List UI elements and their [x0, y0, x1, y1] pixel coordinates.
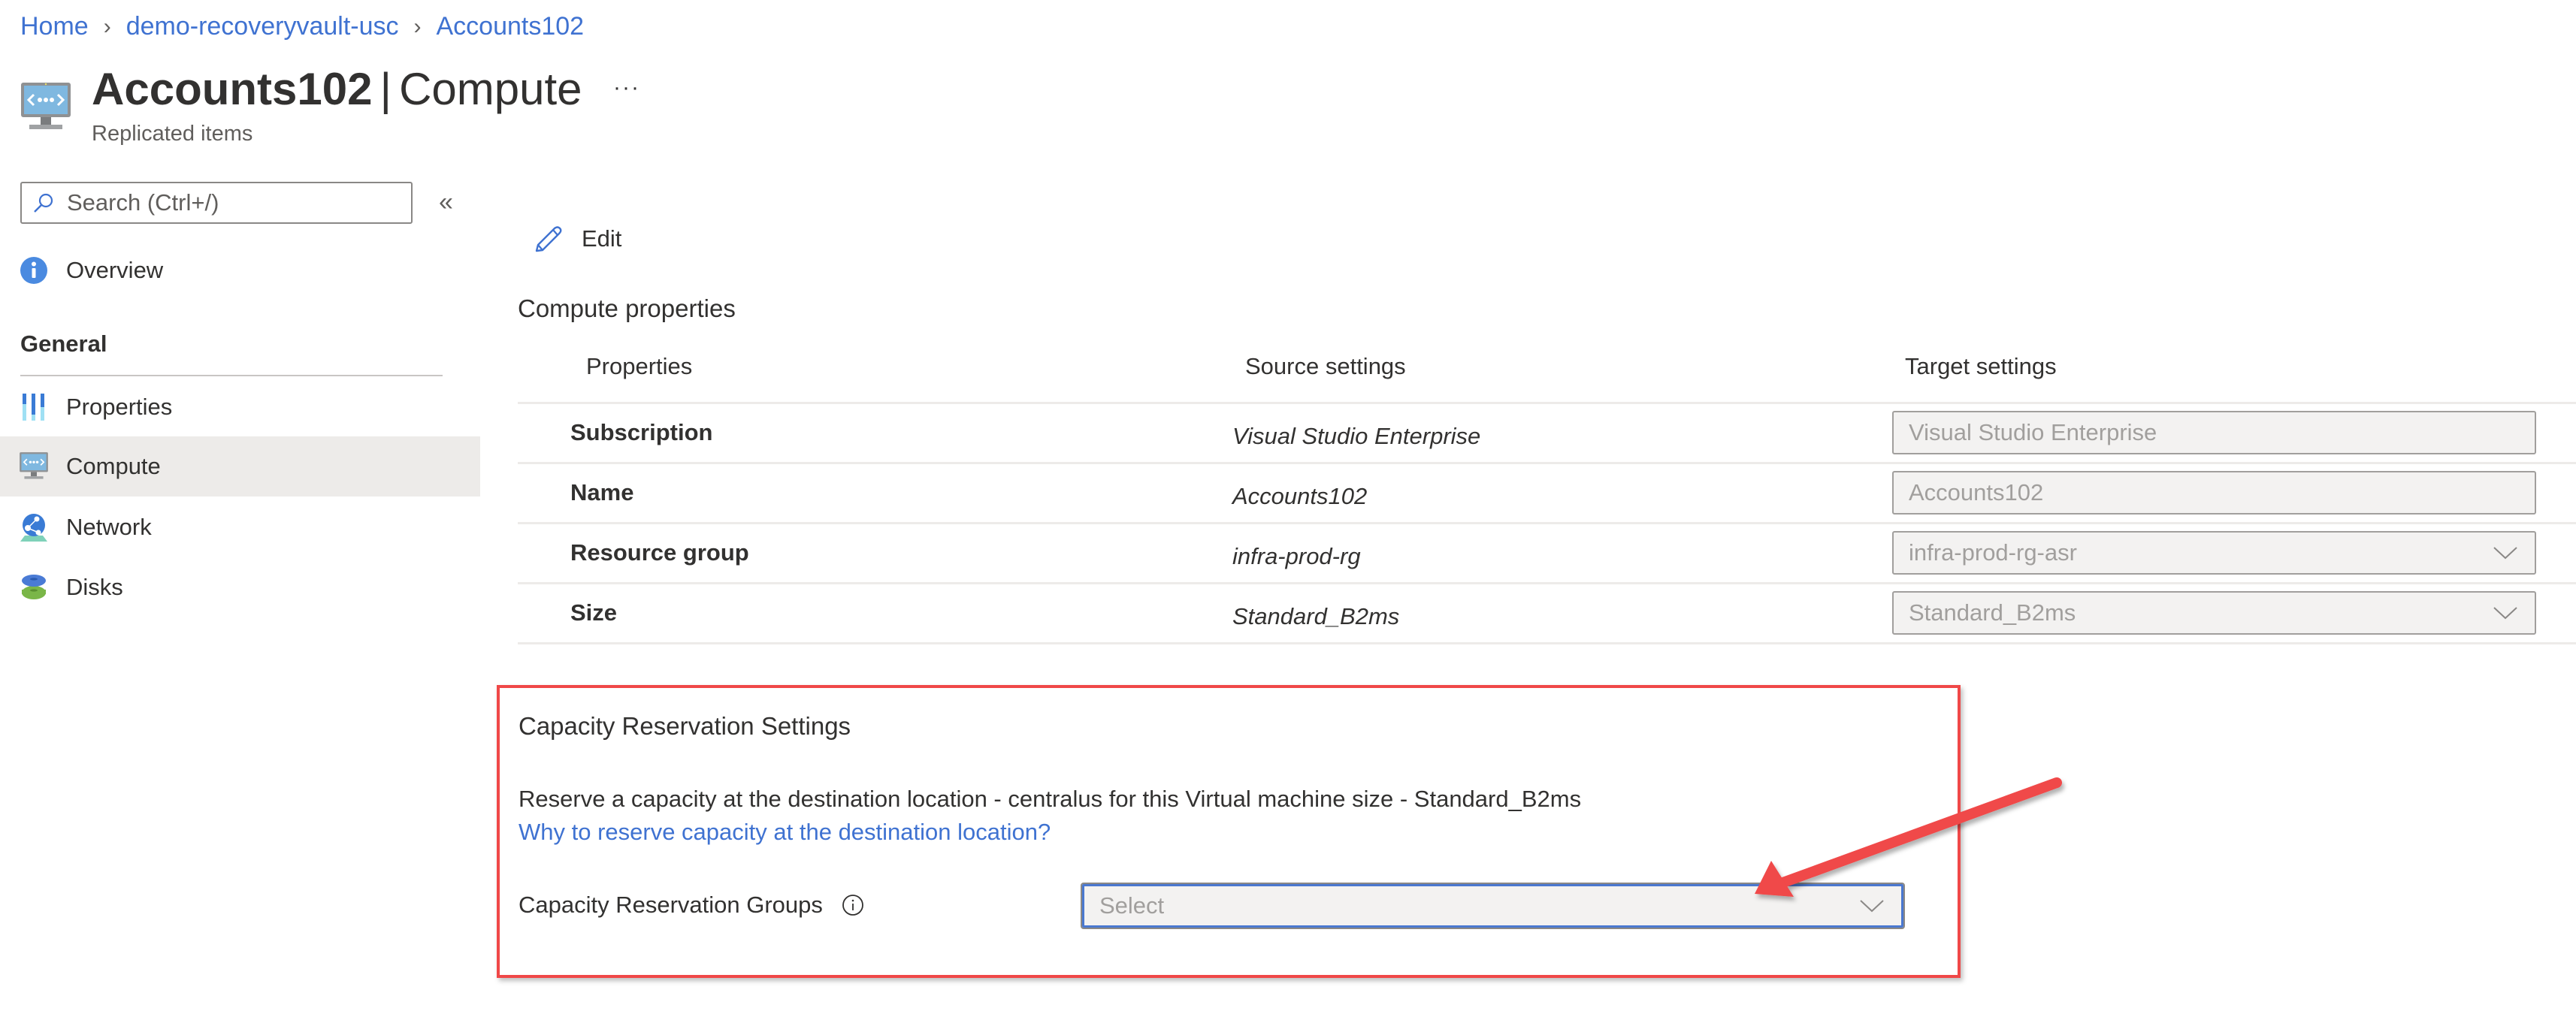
pencil-icon	[535, 226, 562, 252]
breadcrumb-home[interactable]: Home	[20, 12, 89, 41]
virtual-machine-icon	[20, 81, 71, 134]
target-value: Accounts102	[1909, 479, 2044, 505]
target-value: infra-prod-rg-asr	[1909, 539, 2077, 566]
sidebar-item-label: Disks	[66, 574, 123, 600]
column-header-properties: Properties	[586, 353, 693, 379]
table-divider	[518, 462, 2576, 464]
sidebar-item-network[interactable]: Network	[0, 497, 480, 557]
capacity-reservation-groups-dropdown[interactable]: Select	[1081, 883, 1905, 929]
row-source-resource-group: infra-prod-rg	[1232, 543, 1361, 569]
sidebar-item-label: Properties	[66, 394, 173, 420]
table-divider	[518, 402, 2576, 404]
row-source-size: Standard_B2ms	[1232, 603, 1400, 629]
row-source-subscription: Visual Studio Enterprise	[1232, 423, 1481, 449]
info-icon	[19, 255, 49, 285]
search-icon	[34, 193, 53, 213]
breadcrumb: Home › demo-recoveryvault-usc › Accounts…	[20, 12, 584, 41]
sidebar-item-disks[interactable]: Disks	[0, 557, 480, 617]
row-source-name: Accounts102	[1232, 483, 1368, 509]
chevron-right-icon: ›	[103, 14, 111, 39]
table-divider	[518, 522, 2576, 524]
page-subtitle: Replicated items	[92, 122, 253, 146]
table-divider	[518, 582, 2576, 584]
row-property-subscription: Subscription	[570, 419, 713, 445]
column-header-target: Target settings	[1905, 353, 2057, 379]
info-icon[interactable]	[842, 894, 864, 916]
sidebar-divider	[20, 375, 443, 376]
capacity-reservation-description: Reserve a capacity at the destination lo…	[519, 786, 1582, 812]
collapse-sidebar-button[interactable]: «	[439, 188, 453, 217]
target-size-dropdown[interactable]: Standard_B2ms	[1892, 591, 2536, 635]
chevron-right-icon: ›	[413, 14, 422, 39]
edit-button[interactable]: Edit	[531, 222, 621, 255]
chevron-down-icon	[2493, 547, 2517, 560]
compute-properties-title: Compute properties	[518, 294, 736, 322]
column-header-source: Source settings	[1245, 353, 1406, 379]
target-subscription-field[interactable]: Visual Studio Enterprise	[1892, 411, 2536, 454]
virtual-machine-icon	[19, 451, 49, 481]
section-name: Compute	[399, 64, 582, 114]
chevron-down-icon	[1860, 900, 1884, 913]
target-value: Standard_B2ms	[1909, 599, 2076, 626]
sidebar-group-general: General	[20, 330, 107, 357]
properties-icon	[19, 392, 49, 422]
sidebar-item-label: Network	[66, 514, 152, 540]
row-property-size: Size	[570, 599, 618, 626]
sidebar-item-label: Overview	[66, 257, 164, 283]
chevron-down-icon	[2493, 607, 2517, 620]
row-property-resource-group: Resource group	[570, 539, 749, 566]
capacity-reservation-help-link[interactable]: Why to reserve capacity at the destinati…	[519, 819, 1051, 846]
target-name-field[interactable]: Accounts102	[1892, 471, 2536, 515]
breadcrumb-item[interactable]: Accounts102	[437, 12, 585, 41]
capacity-reservation-title: Capacity Reservation Settings	[519, 712, 851, 740]
target-value: Visual Studio Enterprise	[1909, 419, 2157, 445]
edit-label: Edit	[582, 225, 622, 252]
table-divider	[518, 642, 2576, 644]
sidebar-item-label: Compute	[66, 453, 161, 479]
row-property-name: Name	[570, 479, 634, 505]
page-title: Accounts102 | Compute	[92, 63, 582, 115]
disks-icon	[19, 572, 49, 602]
dropdown-placeholder: Select	[1099, 892, 1165, 919]
network-icon	[19, 512, 49, 542]
target-resource-group-dropdown[interactable]: infra-prod-rg-asr	[1892, 531, 2536, 575]
sidebar-item-properties[interactable]: Properties	[0, 377, 480, 437]
more-options-button[interactable]: ···	[613, 75, 640, 101]
sidebar-item-overview[interactable]: Overview	[0, 240, 480, 300]
capacity-reservation-groups-label: Capacity Reservation Groups	[519, 892, 823, 918]
breadcrumb-vault[interactable]: demo-recoveryvault-usc	[126, 12, 399, 41]
title-separator: |	[379, 64, 392, 114]
resource-name: Accounts102	[92, 64, 373, 114]
search-input[interactable]	[65, 189, 399, 217]
search-box[interactable]	[20, 182, 413, 224]
sidebar-item-compute[interactable]: Compute	[0, 436, 480, 496]
